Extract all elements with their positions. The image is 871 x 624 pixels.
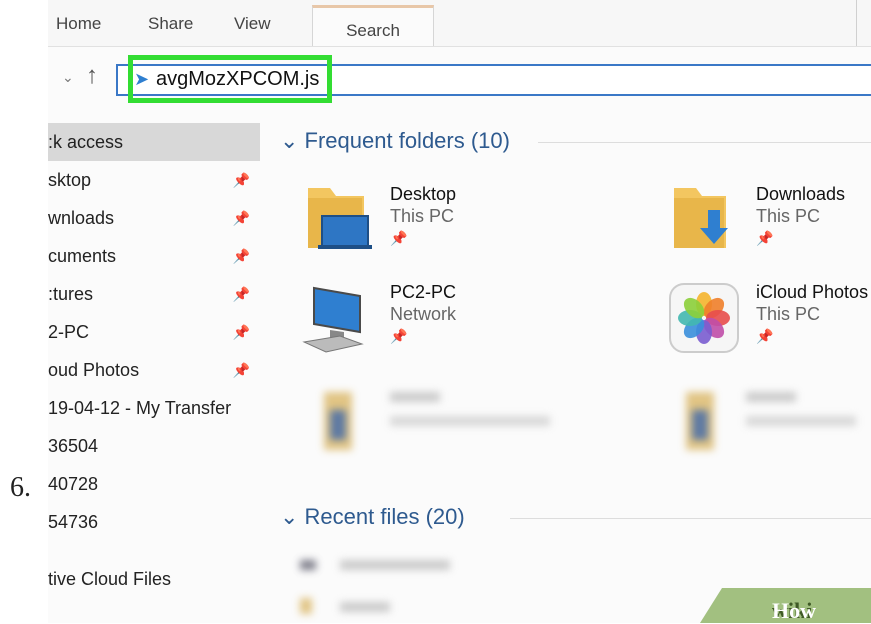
nav-item-label: wnloads — [48, 208, 115, 228]
tile-location: Network — [390, 304, 457, 324]
blurred-text — [390, 392, 440, 402]
nav-item-pictures[interactable]: :tures 📌 — [48, 275, 260, 313]
network-pc-icon — [302, 286, 364, 353]
folder-tile-blurred[interactable] — [300, 382, 560, 462]
tab-share[interactable]: Share — [148, 14, 193, 34]
tab-home[interactable]: Home — [56, 14, 101, 34]
nav-item-icloud-photos[interactable]: oud Photos 📌 — [48, 351, 260, 389]
nav-item-downloads[interactable]: wnloads 📌 — [48, 199, 260, 237]
downloads-folder-icon — [674, 188, 728, 248]
nav-item-label: 36504 — [48, 436, 99, 456]
recent-file-row[interactable] — [340, 560, 450, 570]
folder-tile-desktop[interactable]: Desktop This PC 📌 — [300, 182, 560, 262]
folder-icon — [686, 392, 714, 450]
nav-item-label: sktop — [48, 170, 92, 190]
nav-item-label: 19-04-12 - My Transfer — [48, 398, 232, 418]
tab-search[interactable]: Search — [312, 5, 434, 46]
pin-icon: 📌 — [756, 328, 774, 344]
file-arrow-icon: ➤ — [134, 69, 150, 89]
folder-icon — [300, 598, 312, 614]
pin-icon: 📌 — [756, 230, 774, 246]
folder-icon — [324, 392, 352, 450]
nav-item-36504[interactable]: 36504 — [48, 427, 260, 465]
address-path-text[interactable]: avgMozXPCOM.js — [156, 68, 319, 91]
nav-item-desktop[interactable]: sktop 📌 — [48, 161, 260, 199]
recent-file-row[interactable] — [340, 602, 390, 612]
blurred-text — [746, 392, 796, 402]
tile-location: This PC — [756, 304, 821, 324]
tab-view[interactable]: View — [234, 14, 271, 34]
tile-name: PC2-PC — [390, 282, 457, 302]
nav-item-label: cuments — [48, 246, 117, 266]
folder-tile-pc2-pc[interactable]: PC2-PC Network 📌 — [300, 280, 560, 360]
wikihow-watermark: wiki How — [700, 588, 871, 623]
navigation-pane: :k access sktop 📌 wnloads 📌 cuments 📌 :ture… — [48, 120, 270, 623]
step-number: 6. — [10, 472, 31, 503]
up-arrow-icon[interactable]: ↑ — [86, 62, 98, 90]
tile-name: Downloads — [756, 184, 846, 204]
nav-item-creative-cloud-files[interactable]: tive Cloud Files — [48, 560, 260, 598]
pin-icon[interactable]: 📌 — [233, 351, 250, 389]
desktop-folder-icon — [308, 188, 372, 249]
address-row: ⌄ ↑ ➤ avgMozXPCOM.js — [48, 55, 871, 107]
tile-name: iCloud Photos — [756, 282, 869, 302]
recent-locations-chevron-icon[interactable]: ⌄ — [62, 69, 74, 86]
nav-item-quick-access[interactable]: :k access — [48, 123, 260, 161]
icloud-photos-icon — [669, 283, 739, 353]
nav-item-my-transfer[interactable]: 19-04-12 - My Transfer — [48, 389, 260, 427]
pin-icon[interactable]: 📌 — [233, 161, 250, 199]
watermark-how: How — [772, 598, 816, 623]
file-explorer-window: Home Share View Search ⌄ ↑ ➤ avgMozXPCOM… — [48, 0, 871, 623]
pin-icon[interactable]: 📌 — [233, 313, 250, 351]
pin-icon: 📌 — [390, 328, 408, 344]
ribbon-divider — [856, 0, 857, 46]
blurred-text — [390, 416, 550, 426]
content-pane: ⌄ Frequent folders (10) Desktop This PC … — [270, 120, 871, 623]
nav-item-label: 40728 — [48, 474, 99, 494]
frequent-folders-title: Frequent folders (10) — [304, 128, 510, 153]
recent-files-title: Recent files (20) — [304, 504, 465, 529]
tab-search-label: Search — [346, 21, 400, 40]
folder-tile-blurred[interactable] — [666, 382, 871, 462]
nav-item-40728[interactable]: 40728 — [48, 465, 260, 503]
blurred-text — [746, 416, 856, 426]
ribbon: Home Share View Search — [48, 0, 871, 47]
tile-location: This PC — [390, 206, 455, 226]
pin-icon[interactable]: 📌 — [233, 237, 250, 275]
folder-tile-icloud-photos[interactable]: iCloud Photos This PC 📌 — [666, 280, 871, 360]
frequent-folders-header[interactable]: ⌄ Frequent folders (10) — [280, 128, 510, 154]
tile-location: This PC — [756, 206, 821, 226]
nav-item-label: 54736 — [48, 512, 99, 532]
tile-name: Desktop — [390, 184, 457, 204]
nav-item-54736[interactable]: 54736 — [48, 503, 260, 541]
nav-item-pc2-pc[interactable]: 2-PC 📌 — [48, 313, 260, 351]
pin-icon: 📌 — [390, 230, 408, 246]
pin-icon[interactable]: 📌 — [233, 275, 250, 313]
folder-tile-downloads[interactable]: Downloads This PC 📌 — [666, 182, 871, 262]
nav-item-label: oud Photos — [48, 360, 140, 380]
group-divider — [510, 518, 871, 519]
file-icon — [300, 560, 316, 570]
nav-item-label: :tures — [48, 284, 94, 304]
nav-item-label: :k access — [48, 132, 124, 152]
nav-item-label: 2-PC — [48, 322, 90, 342]
nav-item-label: tive Cloud Files — [48, 569, 172, 589]
group-divider — [538, 142, 871, 143]
nav-item-documents[interactable]: cuments 📌 — [48, 237, 260, 275]
recent-files-header[interactable]: ⌄ Recent files (20) — [280, 504, 465, 530]
pin-icon[interactable]: 📌 — [233, 199, 250, 237]
